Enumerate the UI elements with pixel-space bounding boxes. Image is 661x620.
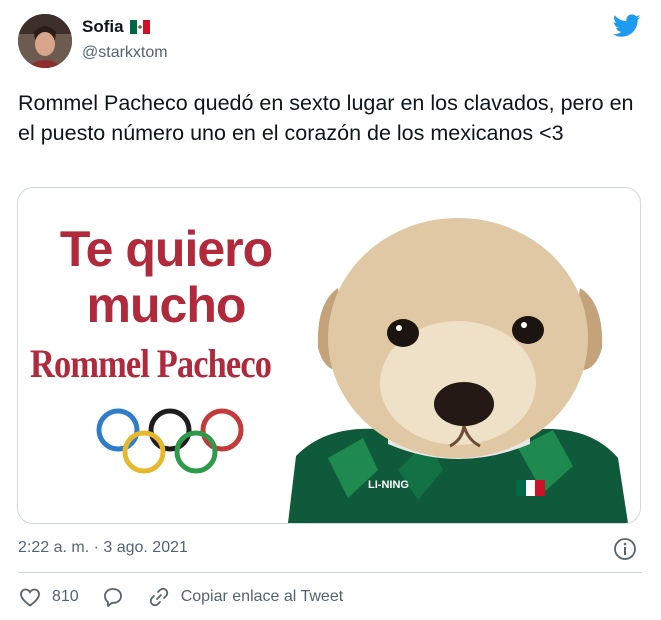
mexico-flag-patch-icon — [516, 480, 545, 496]
like-button[interactable]: 810 — [18, 585, 79, 609]
avatar-image — [18, 14, 72, 68]
avatar[interactable] — [18, 14, 72, 68]
user-name-row: Sofia — [82, 17, 150, 37]
puppy-in-jersey-image: LI-NING — [288, 218, 628, 523]
meme-text-line3: Rommel Pacheco — [30, 341, 272, 386]
twitter-bird-icon[interactable] — [613, 14, 641, 38]
jersey-brand-label: LI-NING — [368, 479, 409, 491]
meme-text-line1: Te quiero — [59, 221, 273, 277]
tweet-actions: 810 Copiar enlace al Tweet — [18, 585, 343, 609]
reply-icon — [103, 588, 122, 607]
display-name[interactable]: Sofia — [82, 17, 124, 37]
mexico-flag-icon — [129, 20, 150, 34]
tweet-timestamp[interactable]: 2:22 a. m. · 3 ago. 2021 — [18, 539, 188, 557]
heart-icon — [20, 588, 40, 607]
divider — [18, 572, 642, 573]
copy-link-button[interactable]: Copiar enlace al Tweet — [147, 585, 343, 609]
like-count: 810 — [52, 588, 79, 605]
link-icon — [149, 587, 168, 607]
reply-button[interactable] — [101, 585, 125, 609]
tweet-text: Rommel Pacheco quedó en sexto lugar en l… — [18, 91, 634, 145]
tweet-card: Sofia @starkxtom Rommel Pacheco quedó en… — [0, 0, 661, 620]
copy-link-label: Copiar enlace al Tweet — [180, 588, 344, 605]
info-icon[interactable] — [613, 537, 637, 561]
user-handle[interactable]: @starkxtom — [82, 44, 168, 62]
olympic-rings-icon — [96, 408, 244, 474]
meme-text-line2: mucho — [86, 277, 247, 333]
tweet-media[interactable]: Te quiero mucho Rommel Pacheco LI-NING — [17, 187, 641, 524]
